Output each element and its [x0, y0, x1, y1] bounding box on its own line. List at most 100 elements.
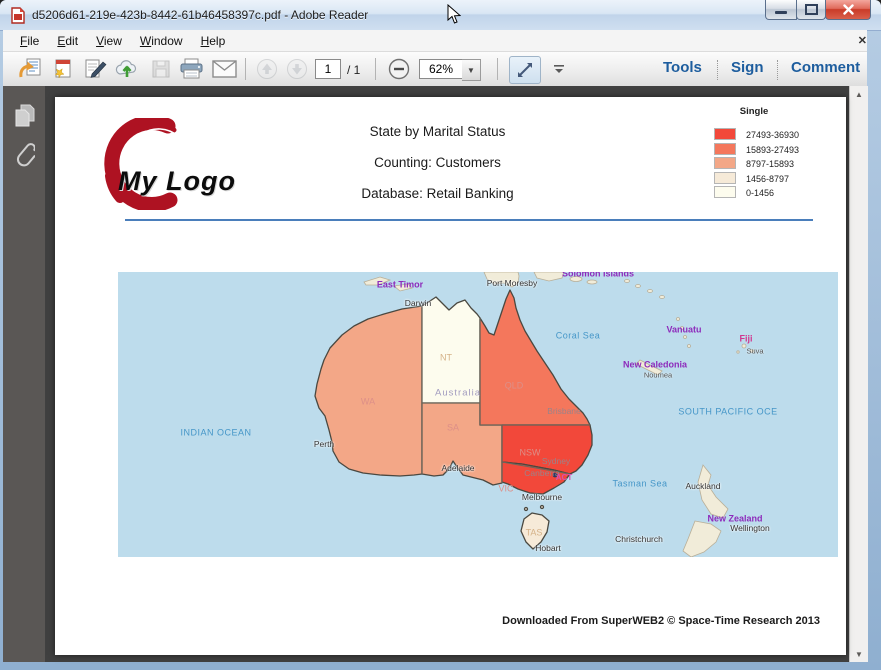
open-file-button[interactable] — [17, 56, 44, 82]
minimize-button[interactable] — [765, 0, 797, 20]
menu-window[interactable]: Window — [131, 32, 192, 50]
toolbar-separator — [375, 58, 376, 80]
report-database: Database: Retail Banking — [255, 186, 620, 201]
map-label-act: ACT — [556, 474, 572, 482]
legend-swatch — [714, 128, 736, 140]
scroll-down-arrow[interactable]: ▼ — [850, 646, 868, 662]
title-bar[interactable]: d5206d61-219e-423b-8442-61b46458397c.pdf… — [0, 0, 881, 31]
attachments-paperclip-icon[interactable] — [15, 141, 35, 169]
close-icon — [843, 4, 854, 15]
toolbar-overflow-button[interactable] — [549, 56, 569, 82]
page-thumbnails-icon[interactable] — [14, 104, 36, 128]
scroll-up-arrow[interactable]: ▲ — [850, 86, 868, 102]
report-counting: Counting: Customers — [255, 155, 620, 170]
map-label-solomon-islands: Solomon Islands — [562, 272, 634, 279]
my-logo: My Logo — [90, 118, 270, 210]
vertical-scrollbar[interactable]: ▲ ▼ — [849, 86, 868, 662]
comment-button[interactable]: Comment — [791, 59, 860, 76]
open-file-icon — [19, 58, 43, 80]
menu-help[interactable]: Help — [192, 32, 235, 50]
toolbar-dotted-separator — [717, 60, 718, 80]
legend-title: Single — [714, 106, 794, 117]
toolbar-separator — [245, 58, 246, 80]
map-label-vanuatu: Vanuatu — [666, 326, 701, 335]
create-pdf-button[interactable] — [49, 56, 76, 82]
legend-range: 8797-15893 — [746, 159, 826, 169]
legend-swatch — [714, 186, 736, 198]
footer-credit: Downloaded From SuperWEB2 © Space-Time R… — [420, 615, 820, 627]
map-label-auckland: Auckland — [686, 482, 721, 491]
menu-bar: File Edit View Window Help — [3, 30, 867, 52]
legend-range: 1456-8797 — [746, 174, 826, 184]
legend-swatch — [714, 143, 736, 155]
map-label-christchurch: Christchurch — [615, 535, 663, 544]
mouse-cursor — [447, 4, 461, 25]
email-button[interactable] — [211, 56, 238, 82]
map-label-port-moresby: Port Moresby — [487, 279, 538, 288]
page-total-label: / 1 — [347, 63, 360, 77]
map-label-vic: VIC — [498, 485, 513, 494]
print-button[interactable] — [178, 56, 205, 82]
cloud-upload-icon — [115, 58, 139, 80]
map-label-darwin: Darwin — [405, 299, 431, 308]
cloud-upload-button[interactable] — [113, 56, 140, 82]
next-page-button[interactable] — [283, 56, 310, 82]
legend-range: 27493-36930 — [746, 130, 826, 140]
sign-document-icon — [83, 58, 107, 80]
fit-to-window-button[interactable] — [509, 56, 541, 84]
map-label-hobart: Hobart — [535, 544, 561, 553]
legend-range: 0-1456 — [746, 188, 826, 198]
logo-text: My Logo — [118, 166, 236, 197]
zoom-level-input[interactable] — [419, 59, 463, 79]
legend-range: 15893-27493 — [746, 145, 826, 155]
map-label-nsw: NSW — [520, 449, 541, 458]
navigation-pane — [3, 86, 46, 662]
map-label-fiji: Fiji — [740, 335, 753, 344]
restore-icon — [805, 4, 818, 15]
map-label-tasman-sea: Tasman Sea — [612, 480, 667, 489]
menu-file[interactable]: File — [11, 32, 48, 50]
sign-button[interactable]: Sign — [731, 59, 764, 76]
map-label-sa: SA — [447, 424, 459, 433]
chevron-down-icon: ▼ — [467, 66, 475, 75]
window-controls — [766, 0, 871, 20]
tools-button[interactable]: Tools — [663, 59, 702, 76]
report-title: State by Marital Status — [255, 124, 620, 139]
map-label-south-pacific-oce: SOUTH PACIFIC OCE — [678, 408, 777, 417]
save-button[interactable] — [147, 56, 174, 82]
previous-page-button[interactable] — [253, 56, 280, 82]
restore-button[interactable] — [796, 0, 826, 20]
menu-view[interactable]: View — [87, 32, 131, 50]
overflow-chevron-icon — [553, 64, 565, 74]
zoom-dropdown-button[interactable]: ▼ — [462, 59, 481, 81]
tas-island — [541, 506, 544, 509]
page-number-input[interactable] — [315, 59, 341, 79]
sign-document-button[interactable] — [81, 56, 108, 82]
map-label-nt: NT — [440, 354, 452, 363]
map-label-east-timor: East Timor — [377, 281, 423, 290]
window-title: d5206d61-219e-423b-8442-61b46458397c.pdf… — [32, 8, 368, 22]
map-label-coral-sea: Coral Sea — [556, 332, 601, 341]
map-label-melbourne: Melbourne — [522, 493, 562, 502]
map-label-canberra: Canberra — [524, 469, 559, 478]
map-label-australia: Australia — [435, 388, 481, 398]
email-icon — [212, 60, 237, 78]
map-label-wellington: Wellington — [730, 524, 770, 533]
close-button[interactable] — [825, 0, 871, 20]
toolbar: / 1 ▼ Tools Sign Comment — [3, 52, 867, 87]
map-label-qld: QLD — [505, 382, 524, 391]
state-qld — [480, 290, 590, 425]
map-label-wa: WA — [361, 398, 375, 407]
toolbar-dotted-separator — [777, 60, 778, 80]
legend-swatch — [714, 172, 736, 184]
adobe-reader-window: d5206d61-219e-423b-8442-61b46458397c.pdf… — [0, 0, 881, 670]
map-label-suva: Suva — [746, 347, 763, 355]
map-label-new-caledonia: New Caledonia — [623, 361, 687, 370]
close-document-icon[interactable]: ✕ — [858, 34, 867, 47]
zoom-out-button[interactable] — [385, 56, 412, 82]
map-label-perth: Perth — [314, 440, 334, 449]
state-wa — [315, 306, 422, 476]
save-icon — [151, 59, 171, 79]
legend-swatch — [714, 157, 736, 169]
menu-edit[interactable]: Edit — [48, 32, 87, 50]
